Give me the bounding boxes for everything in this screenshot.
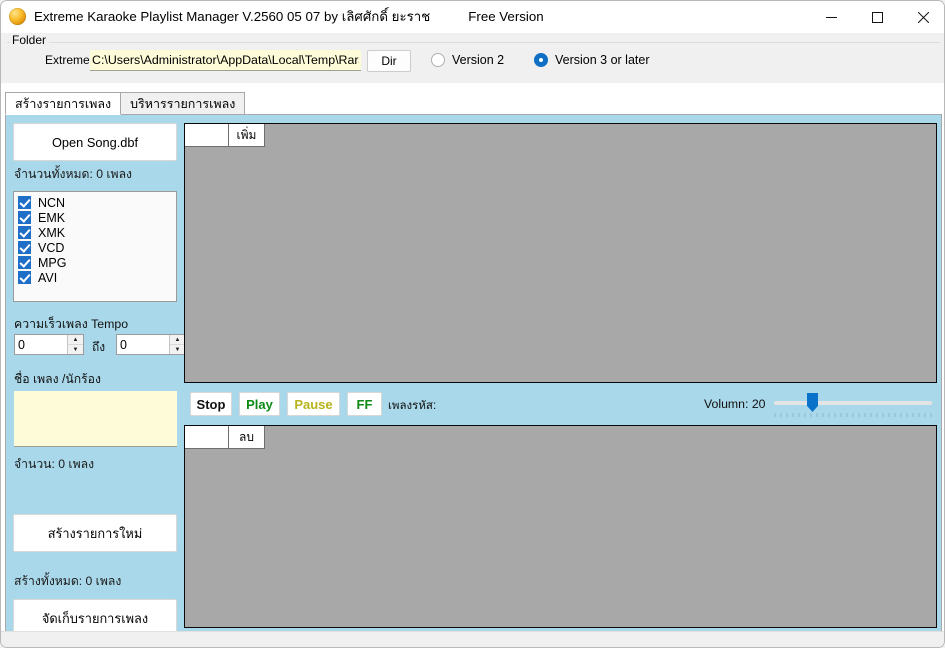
list-item[interactable]: XMK [18,225,176,240]
slider-thumb[interactable] [807,393,818,412]
tempo-from-input[interactable] [15,335,67,354]
chevron-down-icon[interactable]: ▼ [68,345,83,354]
play-button[interactable]: Play [239,392,280,416]
create-new-list-button[interactable]: สร้างรายการใหม่ [13,514,177,552]
list-item[interactable]: AVI [18,270,176,285]
checkbox-checked-icon[interactable] [18,241,31,254]
folder-group-legend: Folder [9,33,50,47]
app-icon [9,8,26,25]
pause-button[interactable]: Pause [287,392,340,416]
created-total-label: สร้างทั้งหมด: 0 เพลง [14,574,122,588]
tempo-to-label: ถึง [92,340,106,354]
total-songs-label: จำนวนทั้งหมด: 0 เพลง [14,167,133,181]
slider-ticks [774,413,932,417]
grid-column-header-blank[interactable] [185,426,229,449]
tempo-to-stepper[interactable]: ▲ ▼ [116,334,186,355]
song-source-grid[interactable]: เพิ่ม [184,123,937,383]
grid-header-row: เพิ่ม [185,124,936,147]
song-name-label: ชื่อ เพลง /นักร้อง [14,372,101,386]
tempo-from-stepper[interactable]: ▲ ▼ [14,334,84,355]
format-label: EMK [38,210,66,225]
grid-column-header-delete[interactable]: ลบ [229,426,265,449]
song-code-label: เพลงรหัส: [388,400,437,412]
tab-strip: สร้างรายการเพลง บริหารรายการเพลง [5,91,942,115]
edition-label: Free Version [468,9,544,24]
list-item[interactable]: VCD [18,240,176,255]
playlist-grid[interactable]: ลบ [184,425,937,628]
checkbox-checked-icon[interactable] [18,256,31,269]
volume-label: Volumn: 20 [704,397,766,411]
status-bar [1,631,944,647]
tab-create-playlist[interactable]: สร้างรายการเพลง [5,92,122,115]
format-label: AVI [38,270,58,285]
fast-forward-button[interactable]: FF [347,392,382,416]
list-item[interactable]: EMK [18,210,176,225]
checkbox-checked-icon[interactable] [18,196,31,209]
close-button[interactable] [900,1,944,33]
grid-body[interactable] [185,449,936,627]
checkbox-checked-icon[interactable] [18,211,31,224]
radio-version2[interactable]: Version 2 [431,53,504,67]
radio-version3-label: Version 3 or later [555,53,650,67]
radio-dot-selected-icon [534,53,548,67]
extreme-path-input[interactable] [90,50,361,71]
slider-track[interactable] [774,401,932,405]
selected-count-label: จำนวน: 0 เพลง [14,457,95,471]
application-window: Extreme Karaoke Playlist Manager V.2560 … [0,0,945,648]
tempo-label: ความเร็วเพลง Tempo [14,317,129,331]
format-label: VCD [38,240,65,255]
list-item[interactable]: MPG [18,255,176,270]
extreme-label: Extreme [45,53,90,67]
stepper-arrows[interactable]: ▲ ▼ [169,335,185,354]
format-label: MPG [38,255,67,270]
stop-button[interactable]: Stop [190,392,232,416]
chevron-up-icon[interactable]: ▲ [68,335,83,345]
tab-manage-playlist[interactable]: บริหารรายการเพลง [120,92,246,115]
minimize-button[interactable] [808,1,854,33]
grid-header-row: ลบ [185,426,936,449]
radio-version2-label: Version 2 [452,53,505,67]
open-song-dbf-button[interactable]: Open Song.dbf [13,123,177,161]
radio-dot-icon [431,53,445,67]
maximize-button[interactable] [854,1,900,33]
chevron-down-icon[interactable]: ▼ [170,345,185,354]
grid-column-header-blank[interactable] [185,124,229,147]
window-title: Extreme Karaoke Playlist Manager V.2560 … [34,9,431,24]
main-content-panel: Open Song.dbf จำนวนทั้งหมด: 0 เพลง NCN E… [5,114,942,637]
title-bar: Extreme Karaoke Playlist Manager V.2560 … [1,1,944,33]
chevron-up-icon[interactable]: ▲ [170,335,185,345]
stepper-arrows[interactable]: ▲ ▼ [67,335,83,354]
grid-body[interactable] [185,147,936,382]
list-item[interactable]: NCN [18,195,176,210]
song-name-input[interactable] [14,391,177,447]
checkbox-checked-icon[interactable] [18,271,31,284]
grid-column-header-add[interactable]: เพิ่ม [229,124,265,147]
volume-slider[interactable] [771,391,935,419]
dir-button[interactable]: Dir [367,50,411,72]
group-divider [7,42,940,43]
tempo-to-input[interactable] [117,335,169,354]
format-label: XMK [38,225,66,240]
checkbox-checked-icon[interactable] [18,226,31,239]
format-label: NCN [38,195,66,210]
window-controls [808,1,944,33]
radio-version3[interactable]: Version 3 or later [534,53,650,67]
format-filter-list: NCN EMK XMK VCD MPG AVI [13,191,177,302]
